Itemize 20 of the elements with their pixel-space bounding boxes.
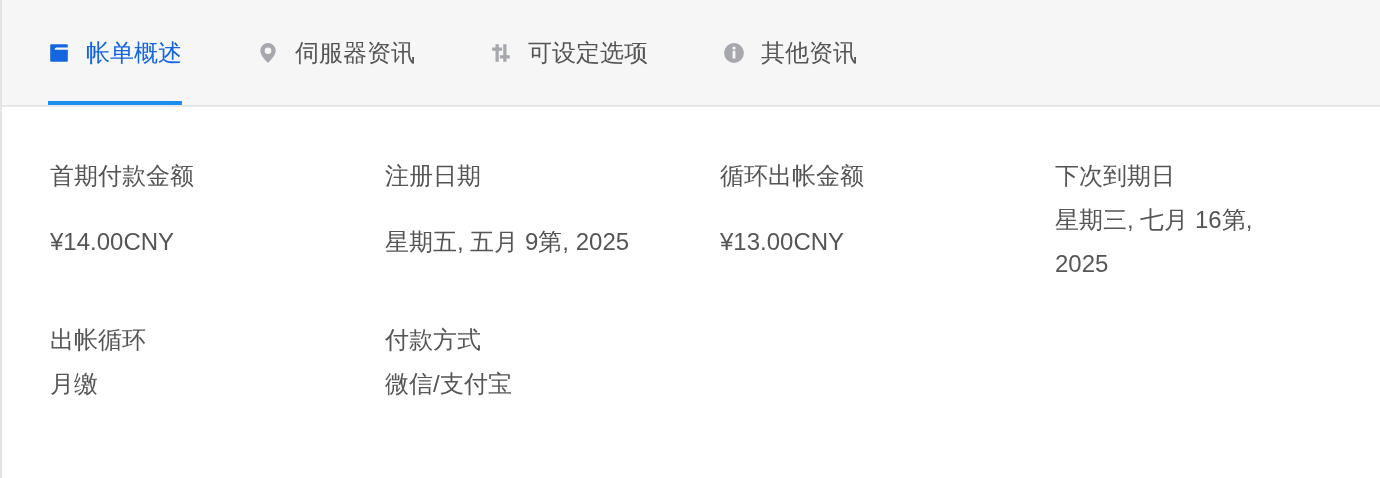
field-value: ¥13.00CNY [720, 227, 846, 257]
info-icon [723, 41, 745, 64]
tab[interactable]: 伺服器资讯 [257, 0, 415, 105]
location-pin-icon [257, 41, 279, 64]
tab[interactable]: 其他资讯 [723, 0, 857, 105]
tab[interactable]: 帐单概述 [48, 0, 182, 105]
field-label: 付款方式 [385, 325, 482, 355]
field-value: 微信/支付宝 [385, 369, 513, 399]
field-label: 下次到期日 [1055, 161, 1176, 191]
field-label: 注册日期 [385, 161, 482, 191]
tab[interactable]: 可设定选项 [490, 0, 648, 105]
field-label: 循环出帐金额 [720, 161, 865, 191]
wallet-icon [48, 41, 70, 64]
sliders-icon [490, 41, 512, 64]
field-label: 出帐循环 [50, 325, 147, 355]
field-value: 星期三, 七月 16第, 2025 [1055, 205, 1254, 279]
field-value: 月缴 [50, 369, 99, 399]
field-value: ¥14.00CNY [50, 227, 176, 257]
field-value: 星期五, 五月 9第, 2025 [385, 227, 631, 257]
field-label: 首期付款金额 [50, 161, 195, 191]
